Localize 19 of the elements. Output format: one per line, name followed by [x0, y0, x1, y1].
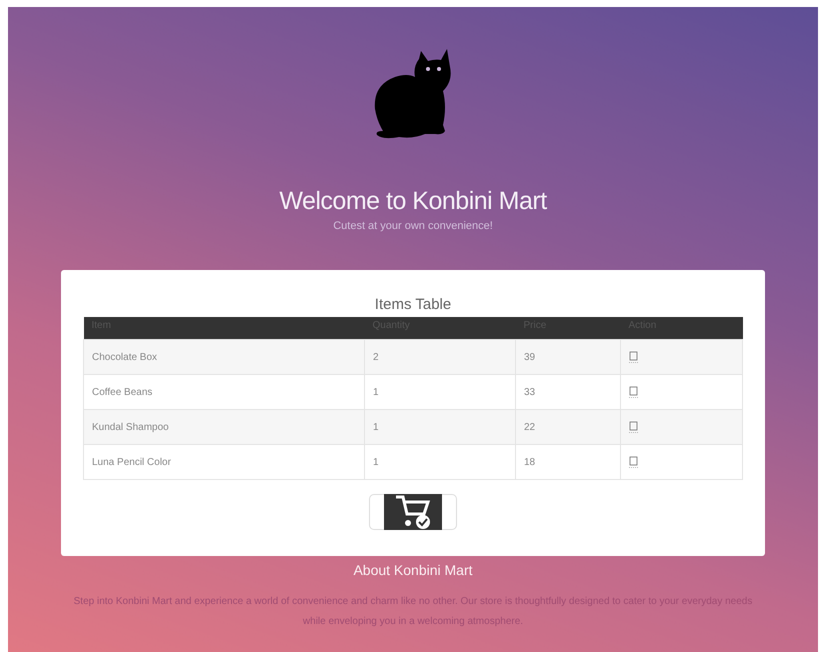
box-icon[interactable]	[629, 421, 638, 433]
box-icon[interactable]	[629, 386, 638, 398]
box-icon[interactable]	[629, 351, 638, 363]
page-title: Welcome to Konbini Mart	[279, 187, 547, 216]
table-cell: Chocolate Box	[84, 340, 364, 374]
table-cell: 39	[516, 340, 620, 374]
table-cell: 2	[364, 340, 516, 374]
about-title: About Konbini Mart	[353, 562, 473, 578]
checkout-button[interactable]	[369, 494, 457, 530]
cart-check-icon	[384, 494, 442, 530]
table-cell: 1	[364, 444, 516, 480]
table-cell: Luna Pencil Color	[84, 444, 364, 480]
box-icon[interactable]	[629, 456, 638, 468]
table-title: Items Table	[374, 296, 452, 313]
table-cell: 1	[364, 410, 516, 444]
table-cell: 18	[516, 444, 620, 480]
table-cell: 22	[516, 410, 620, 444]
table-cell: Kundal Shampoo	[84, 410, 364, 444]
tagline: Cutest at your own convenience!	[333, 220, 493, 232]
